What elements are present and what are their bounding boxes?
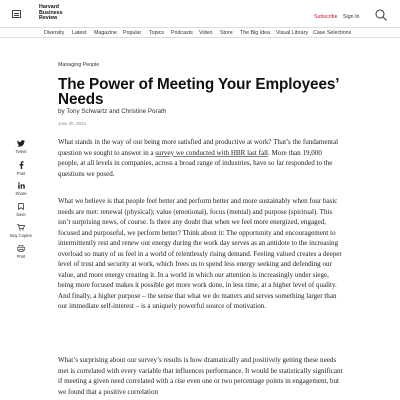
- top-bar: Harvard Business Review Subscribe Sign I…: [0, 0, 400, 27]
- sign-in-link[interactable]: Sign In: [343, 14, 360, 20]
- article-title: The Power of Meeting Your Employees’ Nee…: [58, 76, 339, 108]
- survey-link[interactable]: survey we conducted with HBR last fall: [155, 149, 268, 157]
- facebook-post-button[interactable]: Post: [10, 161, 32, 181]
- menu-icon[interactable]: [12, 10, 21, 18]
- nav-item-podcasts[interactable]: Podcasts: [171, 30, 193, 36]
- subscribe-link[interactable]: Subscribe: [314, 14, 338, 20]
- main-nav: Diversity Latest Magazine Popular Topics…: [0, 27, 400, 38]
- article-paragraph: What stands in the way of our being more…: [58, 138, 339, 178]
- byline: by Tony Schwartz and Christine Porath: [58, 108, 167, 115]
- publish-date: June 30, 2014: [58, 121, 86, 126]
- topic-link[interactable]: Managing People: [58, 62, 99, 68]
- nav-item-store[interactable]: Store: [220, 30, 233, 36]
- nav-item-diversity[interactable]: Diversity: [44, 30, 64, 36]
- linkedin-icon: [17, 182, 25, 189]
- save-button[interactable]: Save: [10, 203, 32, 223]
- article-paragraph: What we believe is that people feel bett…: [58, 197, 342, 310]
- print-button[interactable]: Print: [10, 245, 32, 265]
- search-icon: [375, 9, 387, 21]
- nav-item-popular[interactable]: Popular: [123, 30, 141, 36]
- printer-icon: [17, 245, 25, 252]
- hbr-logo[interactable]: Harvard Business Review: [39, 4, 69, 22]
- nav-item-latest[interactable]: Latest: [72, 30, 86, 36]
- twitter-icon: [17, 140, 25, 147]
- nav-item-big-idea[interactable]: The Big Idea: [240, 30, 270, 36]
- nav-item-magazine[interactable]: Magazine: [94, 30, 117, 36]
- search-button[interactable]: [374, 8, 388, 22]
- nav-item-case-selections[interactable]: Case Selections: [313, 30, 351, 36]
- buy-copies-button[interactable]: Buy Copies: [10, 224, 32, 244]
- linkedin-share-button[interactable]: Share: [10, 182, 32, 202]
- tweet-button[interactable]: Tweet: [10, 140, 32, 160]
- bookmark-icon: [18, 203, 24, 210]
- nav-item-visual-library[interactable]: Visual Library: [276, 30, 308, 36]
- cart-icon: [17, 224, 25, 231]
- article-paragraph: What’s surprising about our survey’s res…: [58, 356, 343, 396]
- nav-item-topics[interactable]: Topics: [149, 30, 164, 36]
- facebook-icon: [19, 161, 24, 169]
- nav-item-video[interactable]: Video: [199, 30, 212, 36]
